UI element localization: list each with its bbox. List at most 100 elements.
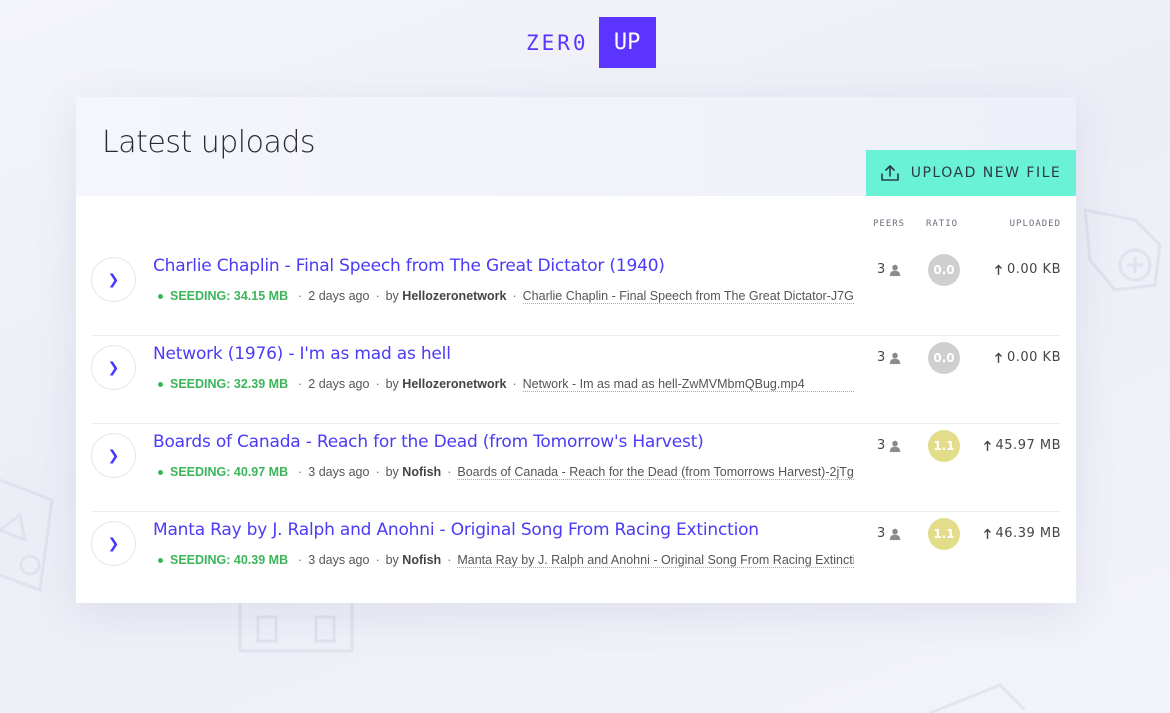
upload-new-file-button[interactable]: UPLOAD NEW FILE (866, 150, 1076, 196)
peers-count: 3 (877, 438, 901, 453)
logo[interactable]: ZER0 UP (526, 17, 656, 68)
uploaded-amount: 45.97 MB (983, 438, 1061, 453)
expand-button[interactable]: ❯ (91, 257, 136, 302)
seeding-dot-icon (158, 469, 163, 475)
separator-dot: · (298, 553, 303, 567)
upload-icon (880, 165, 899, 181)
seeding-dot-icon (158, 381, 163, 387)
chevron-right-icon: ❯ (107, 535, 120, 552)
background-decoration (930, 683, 1027, 713)
by-label: by (385, 377, 399, 391)
upload-meta: SEEDING: 40.39 MB · 3 days ago · by Nofi… (158, 552, 854, 568)
chevron-right-icon: ❯ (107, 447, 120, 464)
file-name-link[interactable]: Boards of Canada - Reach for the Dead (f… (457, 465, 854, 480)
file-name-link[interactable]: Network - Im as mad as hell-ZwMVMbmQBug.… (522, 377, 854, 392)
file-name-link[interactable]: Charlie Chaplin - Final Speech from The … (522, 289, 854, 304)
separator-dot: · (447, 553, 452, 567)
page-title: Latest uploads (102, 125, 316, 160)
uploader: by Nofish (386, 553, 442, 567)
separator-dot: · (512, 289, 517, 303)
ratio-badge: 1.1 (928, 518, 960, 550)
logo-text-zero: ZER0 (526, 30, 589, 55)
upload-arrow-icon (994, 264, 1002, 275)
peers-count: 3 (877, 350, 901, 365)
uploader: by Hellozeronetwork (386, 289, 507, 303)
uploader-name[interactable]: Nofish (402, 465, 441, 479)
separator-dot: · (375, 553, 380, 567)
peers-value: 3 (877, 262, 886, 277)
upload-row: ❯ Manta Ray by J. Ralph and Anohni - Ori… (76, 511, 1076, 599)
file-name-link[interactable]: Manta Ray by J. Ralph and Anohni - Origi… (457, 553, 854, 568)
uploader: by Hellozeronetwork (386, 377, 507, 391)
peers-value: 3 (877, 526, 886, 541)
column-header-uploaded[interactable]: UPLOADED (1010, 219, 1061, 229)
seeding-status: SEEDING: 40.97 MB (170, 465, 289, 479)
uploaded-value: 46.39 MB (995, 526, 1061, 541)
separator-dot: · (375, 289, 380, 303)
upload-arrow-icon (994, 352, 1002, 363)
expand-button[interactable]: ❯ (91, 521, 136, 566)
upload-title-link[interactable]: Boards of Canada - Reach for the Dead (f… (153, 432, 704, 452)
upload-time: 2 days ago (308, 377, 370, 391)
upload-title-link[interactable]: Charlie Chaplin - Final Speech from The … (153, 256, 665, 276)
upload-title-link[interactable]: Manta Ray by J. Ralph and Anohni - Origi… (153, 520, 759, 540)
seeding-dot-icon (158, 293, 163, 299)
by-label: by (385, 465, 399, 479)
background-decoration (1083, 208, 1162, 292)
page: ZER0 UP Latest uploads UPLOAD NEW FILE P… (0, 0, 1170, 713)
upload-button-label: UPLOAD NEW FILE (910, 165, 1062, 181)
upload-time: 3 days ago (308, 553, 370, 567)
uploaded-amount: 0.00 KB (994, 350, 1061, 365)
uploaded-amount: 46.39 MB (983, 526, 1061, 541)
uploads-list: ❯ Charlie Chaplin - Final Speech from Th… (76, 247, 1076, 599)
upload-arrow-icon (983, 440, 991, 451)
upload-meta: SEEDING: 34.15 MB · 2 days ago · by Hell… (158, 288, 854, 304)
expand-button[interactable]: ❯ (91, 433, 136, 478)
column-header-peers[interactable]: PEERS (873, 219, 905, 229)
background-decoration (0, 478, 54, 593)
upload-time: 3 days ago (308, 465, 370, 479)
user-icon (890, 352, 901, 364)
expand-button[interactable]: ❯ (91, 345, 136, 390)
uploader-name[interactable]: Hellozeronetwork (402, 377, 506, 391)
uploaded-value: 0.00 KB (1006, 350, 1061, 365)
peers-value: 3 (877, 350, 886, 365)
uploaded-value: 45.97 MB (995, 438, 1061, 453)
column-header-ratio[interactable]: RATIO (926, 219, 958, 229)
uploader-name[interactable]: Nofish (402, 553, 441, 567)
separator-dot: · (298, 289, 303, 303)
uploads-card: Latest uploads UPLOAD NEW FILE PEERS RAT… (76, 97, 1076, 603)
upload-row: ❯ Network (1976) - I'm as mad as hell SE… (76, 335, 1076, 423)
upload-row: ❯ Charlie Chaplin - Final Speech from Th… (76, 247, 1076, 335)
background-decoration (238, 603, 354, 653)
seeding-status: SEEDING: 32.39 MB (170, 377, 289, 391)
chevron-right-icon: ❯ (107, 271, 120, 288)
by-label: by (385, 289, 399, 303)
separator-dot: · (298, 465, 303, 479)
peers-count: 3 (877, 262, 901, 277)
ratio-badge: 0.0 (928, 254, 960, 286)
separator-dot: · (375, 377, 380, 391)
user-icon (890, 440, 901, 452)
upload-title-link[interactable]: Network (1976) - I'm as mad as hell (153, 344, 451, 364)
upload-arrow-icon (983, 528, 991, 539)
upload-meta: SEEDING: 40.97 MB · 3 days ago · by Nofi… (158, 464, 854, 480)
seeding-status: SEEDING: 40.39 MB (170, 553, 289, 567)
seeding-dot-icon (158, 557, 163, 563)
upload-row: ❯ Boards of Canada - Reach for the Dead … (76, 423, 1076, 511)
chevron-right-icon: ❯ (107, 359, 120, 376)
upload-time: 2 days ago (308, 289, 370, 303)
upload-meta: SEEDING: 32.39 MB · 2 days ago · by Hell… (158, 376, 854, 392)
ratio-badge: 1.1 (928, 430, 960, 462)
separator-dot: · (375, 465, 380, 479)
separator-dot: · (512, 377, 517, 391)
card-header: Latest uploads UPLOAD NEW FILE (76, 97, 1076, 196)
peers-value: 3 (877, 438, 886, 453)
user-icon (890, 264, 901, 276)
separator-dot: · (298, 377, 303, 391)
uploader-name[interactable]: Hellozeronetwork (402, 289, 506, 303)
uploaded-value: 0.00 KB (1006, 262, 1061, 277)
uploaded-amount: 0.00 KB (994, 262, 1061, 277)
separator-dot: · (447, 465, 452, 479)
ratio-badge: 0.0 (928, 342, 960, 374)
